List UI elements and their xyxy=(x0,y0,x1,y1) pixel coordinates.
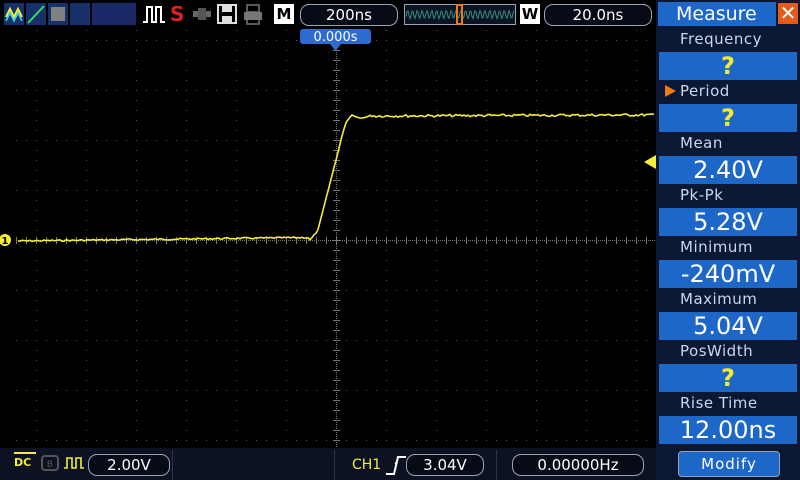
trigger-time-label: 0.000s xyxy=(314,30,358,45)
measure-value-frequency[interactable]: ? xyxy=(659,52,797,80)
svg-text:B: B xyxy=(47,460,53,470)
measure-label-rise-time[interactable]: Rise Time xyxy=(680,392,798,414)
bandwidth-limit-icon[interactable]: B xyxy=(40,453,60,473)
timebase-display[interactable]: 200ns xyxy=(300,4,398,26)
measure-value-period[interactable]: ? xyxy=(659,104,797,132)
trigger-level-display[interactable]: 3.04V xyxy=(406,454,484,476)
measure-value-minimum[interactable]: -240mV xyxy=(659,260,797,288)
dc-coupling-icon[interactable]: DC xyxy=(14,452,36,474)
print-icon[interactable] xyxy=(242,3,264,25)
trigger-source-label: CH1 xyxy=(352,457,382,473)
measure-label-mean[interactable]: Mean xyxy=(680,132,798,154)
mode-icons-group xyxy=(4,3,90,25)
top-toolbar: S M 200ns W 20.0ns xyxy=(0,0,656,28)
close-icon[interactable]: ✕ xyxy=(778,3,798,24)
menu-badge[interactable]: M xyxy=(274,4,294,24)
status-box xyxy=(92,3,136,25)
measure-value-poswidth[interactable]: ? xyxy=(659,364,797,392)
window-timebase-display[interactable]: 20.0ns xyxy=(544,4,652,26)
measure-label-frequency[interactable]: Frequency xyxy=(680,28,798,50)
measure-value-mean[interactable]: 2.40V xyxy=(659,156,797,184)
probe-icon xyxy=(193,8,211,20)
selected-arrow-icon xyxy=(665,85,676,97)
waveform-display: 0.000s 1 xyxy=(0,0,656,448)
trigger-pulse-icon[interactable] xyxy=(142,3,166,25)
measure-label-pkpk[interactable]: Pk-Pk xyxy=(680,184,798,206)
measure-label-maximum[interactable]: Maximum xyxy=(680,288,798,310)
measure-label-period[interactable]: Period xyxy=(680,80,798,102)
frequency-counter-display: 0.00000Hz xyxy=(512,454,644,476)
save-disk-icon[interactable] xyxy=(216,3,238,25)
svg-text:1: 1 xyxy=(2,236,9,247)
modify-button[interactable]: Modify xyxy=(678,451,780,477)
measure-value-pkpk[interactable]: 5.28V xyxy=(659,208,797,236)
measure-value-rise-time[interactable]: 12.00ns xyxy=(659,416,797,444)
run-status-indicator: S xyxy=(170,2,185,26)
invert-icon[interactable] xyxy=(63,454,85,472)
window-badge[interactable]: W xyxy=(520,4,540,24)
measure-label-minimum[interactable]: Minimum xyxy=(680,236,798,258)
volts-per-div-display[interactable]: 2.00V xyxy=(88,454,170,476)
measure-value-maximum[interactable]: 5.04V xyxy=(659,312,797,340)
measure-panel-title: Measure xyxy=(658,2,776,26)
measure-label-poswidth[interactable]: PosWidth xyxy=(680,340,798,362)
memory-window-overview[interactable] xyxy=(404,4,516,25)
rising-edge-icon[interactable] xyxy=(384,454,408,476)
